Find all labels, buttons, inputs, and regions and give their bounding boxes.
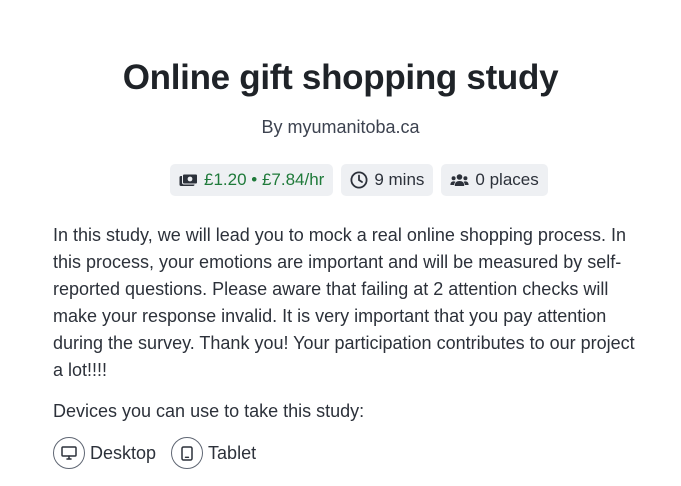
reward-badge: £1.20 • £7.84/hr — [170, 164, 334, 196]
cash-icon — [179, 173, 198, 188]
clock-icon — [350, 171, 368, 189]
device-tablet-label: Tablet — [208, 442, 257, 463]
places-text: 0 places — [475, 170, 539, 189]
study-details-page: Online gift shopping study By myumanitob… — [0, 0, 681, 486]
study-title: Online gift shopping study — [122, 58, 559, 97]
device-list: Desktop Tablet — [53, 437, 256, 469]
device-desktop: Desktop — [53, 437, 156, 469]
desktop-icon — [53, 437, 85, 469]
study-badges: £1.20 • £7.84/hr 9 mins 0 places — [170, 164, 548, 196]
duration-badge: 9 mins — [341, 164, 434, 196]
devices-label: Devices you can use to take this study: — [53, 401, 365, 421]
device-tablet: Tablet — [171, 437, 256, 469]
tablet-icon — [171, 437, 204, 469]
places-badge: 0 places — [441, 164, 548, 196]
study-byline: By myumanitoba.ca — [261, 117, 420, 137]
reward-text: £1.20 • £7.84/hr — [204, 170, 325, 189]
study-description: In this study, we will lead you to mock … — [53, 225, 635, 380]
device-desktop-label: Desktop — [90, 442, 157, 463]
duration-text: 9 mins — [374, 170, 425, 189]
users-icon — [450, 173, 470, 188]
